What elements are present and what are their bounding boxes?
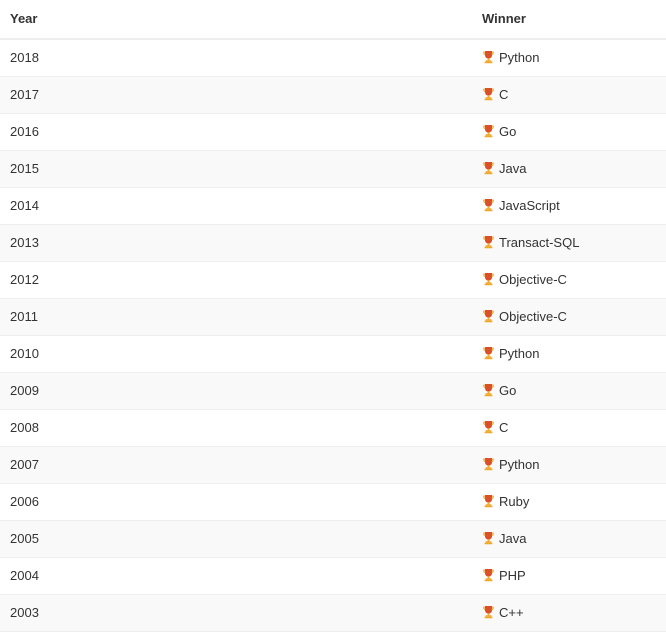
cell-year: 2011 (0, 298, 472, 336)
table-header-row: Year Winner (0, 0, 666, 40)
winner-label: PHP (499, 568, 526, 583)
table-row[interactable]: 2003 C++ (0, 594, 666, 632)
cell-winner: JavaScript (472, 187, 666, 225)
cell-winner: C (472, 409, 666, 447)
table-body: 2018 Python 2017 C 2016 Go 2015 Java 2014 JavaScr… (0, 39, 666, 632)
table-row[interactable]: 2014 JavaScript (0, 187, 666, 225)
table-row[interactable]: 2013 Transact-SQL (0, 224, 666, 262)
cell-year: 2013 (0, 224, 472, 262)
table-row[interactable]: 2006 Ruby (0, 483, 666, 521)
winner-label: C (499, 420, 509, 435)
trophy-icon (482, 198, 495, 212)
cell-year: 2012 (0, 261, 472, 299)
trophy-icon (482, 420, 495, 434)
table-row[interactable]: 2015 Java (0, 150, 666, 188)
table-row[interactable]: 2012 Objective-C (0, 261, 666, 299)
cell-winner: PHP (472, 557, 666, 595)
table-row[interactable]: 2004 PHP (0, 557, 666, 595)
trophy-icon (482, 494, 495, 508)
winner-label: Go (499, 383, 517, 398)
table-row[interactable]: 2007 Python (0, 446, 666, 484)
cell-year: 2008 (0, 409, 472, 447)
winners-table: Year Winner 2018 Python 2017 C 2016 Go 2015 Jav… (0, 0, 666, 632)
table-row[interactable]: 2009 Go (0, 372, 666, 410)
cell-winner: C++ (472, 594, 666, 632)
winner-label: JavaScript (499, 198, 560, 213)
trophy-icon (482, 235, 495, 249)
winner-label: Objective-C (499, 272, 567, 287)
cell-year: 2007 (0, 446, 472, 484)
cell-year: 2009 (0, 372, 472, 410)
trophy-icon (482, 531, 495, 545)
trophy-icon (482, 346, 495, 360)
cell-winner: Java (472, 520, 666, 558)
table-row[interactable]: 2017 C (0, 76, 666, 114)
cell-winner: Transact-SQL (472, 224, 666, 262)
table-row[interactable]: 2016 Go (0, 113, 666, 151)
winner-label: C (499, 87, 509, 102)
table-row[interactable]: 2010 Python (0, 335, 666, 373)
table-row[interactable]: 2005 Java (0, 520, 666, 558)
cell-year: 2003 (0, 594, 472, 632)
winner-label: Transact-SQL (499, 235, 580, 250)
trophy-icon (482, 457, 495, 471)
cell-year: 2006 (0, 483, 472, 521)
trophy-icon (482, 124, 495, 138)
cell-winner: Java (472, 150, 666, 188)
trophy-icon (482, 161, 495, 175)
winner-label: Python (499, 50, 540, 65)
winner-label: Python (499, 346, 540, 361)
cell-winner: Go (472, 113, 666, 151)
winner-label: Java (499, 531, 527, 546)
cell-winner: Go (472, 372, 666, 410)
table-row[interactable]: 2011 Objective-C (0, 298, 666, 336)
cell-year: 2015 (0, 150, 472, 188)
cell-year: 2014 (0, 187, 472, 225)
trophy-icon (482, 605, 495, 619)
cell-year: 2016 (0, 113, 472, 151)
cell-winner: Python (472, 446, 666, 484)
table-row[interactable]: 2008 C (0, 409, 666, 447)
cell-year: 2004 (0, 557, 472, 595)
winner-label: Ruby (499, 494, 530, 509)
cell-year: 2005 (0, 520, 472, 558)
column-header-year[interactable]: Year (0, 0, 472, 40)
cell-year: 2018 (0, 39, 472, 77)
table-row[interactable]: 2018 Python (0, 39, 666, 77)
trophy-icon (482, 87, 495, 101)
winner-label: Objective-C (499, 309, 567, 324)
table-header: Year Winner (0, 0, 666, 40)
column-header-winner[interactable]: Winner (472, 0, 666, 40)
cell-year: 2017 (0, 76, 472, 114)
cell-winner: Python (472, 39, 666, 77)
trophy-icon (482, 568, 495, 582)
cell-winner: Objective-C (472, 261, 666, 299)
trophy-icon (482, 309, 495, 323)
cell-year: 2010 (0, 335, 472, 373)
cell-winner: C (472, 76, 666, 114)
cell-winner: Ruby (472, 483, 666, 521)
trophy-icon (482, 50, 495, 64)
trophy-icon (482, 272, 495, 286)
winner-label: Java (499, 161, 527, 176)
winner-label: Go (499, 124, 517, 139)
cell-winner: Python (472, 335, 666, 373)
trophy-icon (482, 383, 495, 397)
cell-winner: Objective-C (472, 298, 666, 336)
winner-label: Python (499, 457, 540, 472)
